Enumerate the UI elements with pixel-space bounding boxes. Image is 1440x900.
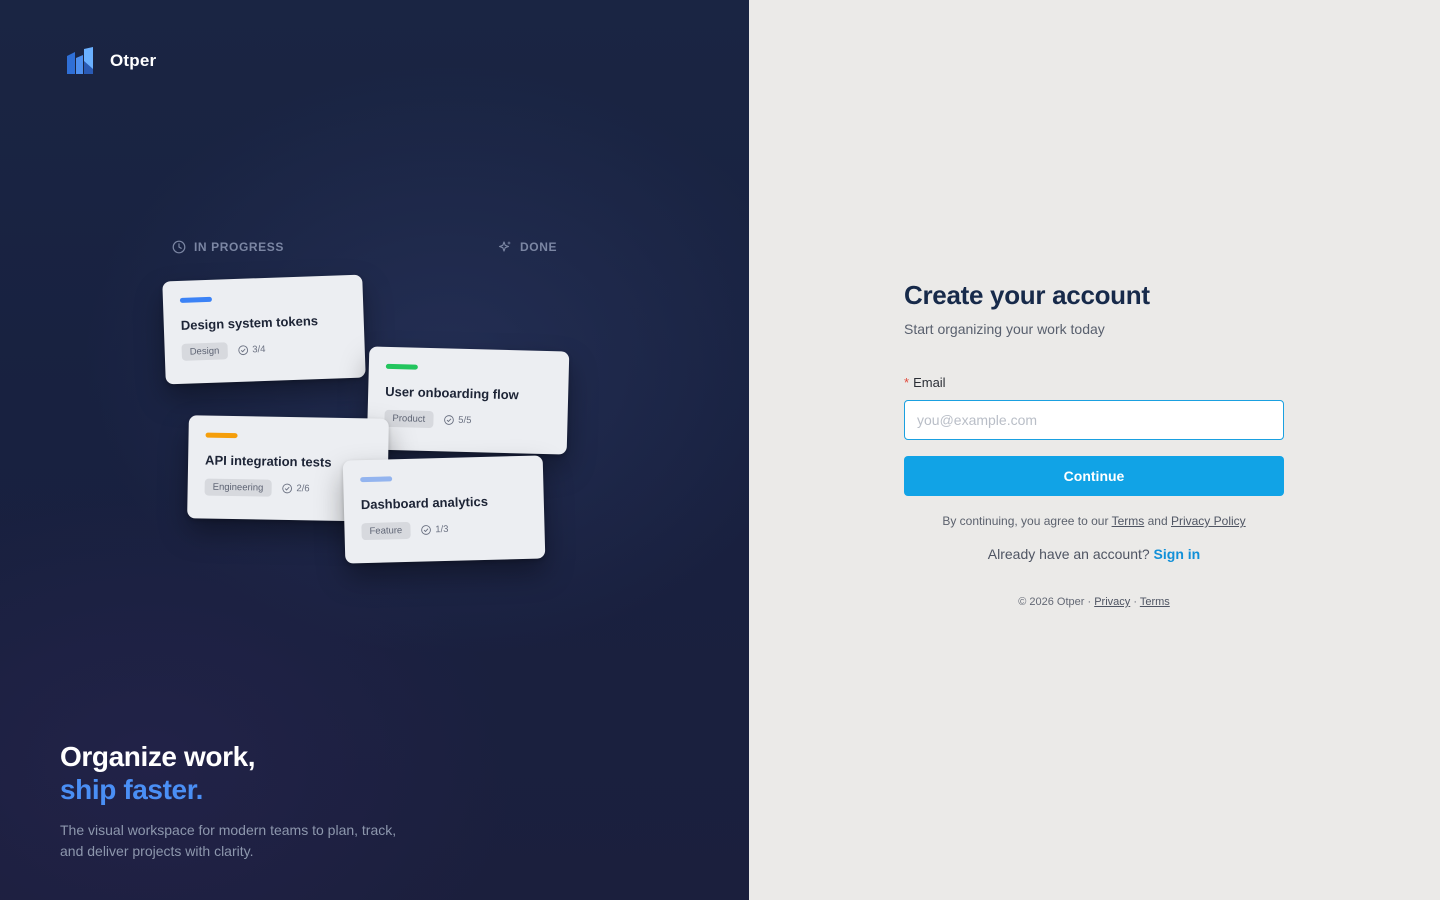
card-progress: 1/3 [420, 523, 449, 536]
sparkles-icon [498, 241, 511, 252]
card-progress-text: 5/5 [458, 414, 472, 427]
required-marker: * [904, 375, 910, 390]
card-meta: Product 5/5 [384, 409, 551, 431]
signin-prompt: Already have an account? Sign in [904, 546, 1284, 562]
footer-terms-link[interactable]: Terms [1140, 596, 1170, 608]
clock-icon [172, 240, 186, 254]
task-card: Dashboard analytics Feature 1/3 [342, 455, 546, 564]
signup-form: Create your account Start organizing you… [904, 280, 1284, 608]
card-tag: Design [181, 342, 228, 361]
card-progress-text: 1/3 [435, 523, 449, 536]
hero-line-1: Organize work, [60, 741, 256, 772]
copyright: © 2026 Otper · [1018, 596, 1092, 608]
card-progress: 3/4 [237, 344, 266, 356]
sign-in-link[interactable]: Sign in [1154, 546, 1201, 562]
card-tag: Feature [361, 521, 411, 541]
card-title: Design system tokens [180, 313, 319, 333]
card-progress-text: 2/6 [296, 483, 310, 495]
brand-name: Otper [110, 51, 157, 70]
hero: Organize work, ship faster. The visual w… [60, 740, 410, 862]
footer-privacy-link[interactable]: Privacy [1094, 596, 1130, 608]
continue-button[interactable]: Continue [904, 456, 1284, 496]
hero-line-2: ship faster. [60, 774, 204, 805]
card-accent-bar [385, 363, 418, 370]
terms-link[interactable]: Terms [1112, 514, 1145, 528]
column-label: DONE [520, 240, 558, 254]
hero-heading: Organize work, ship faster. [60, 740, 410, 806]
column-label: IN PROGRESS [194, 240, 284, 254]
brand-panel: Otper IN PROGRESS DONE Design system tok… [0, 0, 749, 900]
card-meta: Design 3/4 [181, 338, 348, 361]
check-circle-icon [443, 415, 454, 425]
card-progress: 5/5 [443, 414, 472, 427]
privacy-policy-link[interactable]: Privacy Policy [1171, 514, 1246, 528]
legal-and: and [1147, 514, 1168, 528]
task-card: Design system tokens Design 3/4 [162, 274, 366, 385]
card-meta: Feature 1/3 [361, 519, 528, 541]
signup-panel: Create your account Start organizing you… [749, 0, 1440, 900]
card-progress-text: 3/4 [252, 343, 266, 356]
card-title: Dashboard analytics [360, 493, 489, 513]
card-tag: Engineering [204, 478, 272, 497]
column-done: DONE [498, 240, 557, 254]
check-circle-icon [420, 525, 431, 535]
footer: © 2026 Otper · Privacy · Terms [904, 596, 1284, 608]
check-circle-icon [282, 483, 292, 494]
card-accent-bar [179, 296, 213, 303]
otper-logo-icon [67, 47, 93, 74]
card-accent-bar [205, 432, 238, 439]
legal-prefix: By continuing, you agree to our [942, 514, 1109, 528]
have-account-text: Already have an account? [987, 546, 1150, 562]
card-tag: Product [384, 409, 434, 429]
page-title: Create your account [904, 280, 1150, 310]
brand[interactable]: Otper [66, 47, 156, 75]
email-field[interactable] [904, 400, 1284, 440]
check-circle-icon [237, 345, 248, 356]
card-title: User onboarding flow [385, 383, 519, 403]
page-subtitle: Start organizing your work today [904, 321, 1105, 337]
card-accent-bar [360, 476, 393, 483]
legal-notice: By continuing, you agree to our Terms an… [904, 514, 1284, 528]
card-progress: 2/6 [281, 483, 310, 495]
email-label-text: Email [913, 375, 946, 390]
footer-separator: · [1133, 596, 1137, 608]
email-label: * Email [904, 375, 1284, 390]
hero-description: The visual workspace for modern teams to… [60, 822, 397, 859]
column-in-progress: IN PROGRESS [172, 240, 284, 254]
task-card: User onboarding flow Product 5/5 [366, 346, 570, 455]
